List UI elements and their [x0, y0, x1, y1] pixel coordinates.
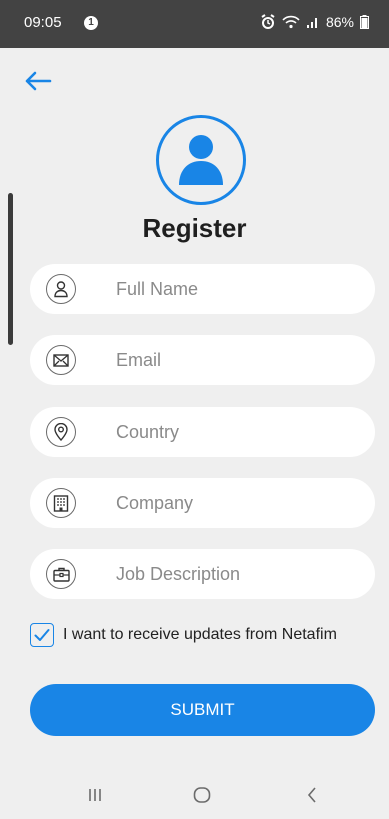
- arrow-left-icon: [25, 71, 52, 91]
- notification-badge: 1: [84, 16, 98, 30]
- chevron-left-icon: [307, 787, 316, 803]
- home-button[interactable]: [188, 782, 216, 808]
- battery-icon: [360, 15, 369, 29]
- job-description-input[interactable]: [116, 549, 356, 599]
- recent-apps-button[interactable]: [81, 782, 109, 808]
- email-input[interactable]: [116, 335, 356, 385]
- company-field[interactable]: [30, 478, 375, 528]
- battery-percent: 86%: [325, 14, 354, 30]
- envelope-icon: [46, 345, 76, 375]
- page-title: Register: [142, 213, 247, 243]
- country-field[interactable]: [30, 407, 375, 457]
- email-field[interactable]: [30, 335, 375, 385]
- wifi-icon: [282, 15, 300, 29]
- nav-back-button[interactable]: [298, 782, 326, 808]
- full-name-field[interactable]: [30, 264, 375, 314]
- location-pin-icon: [46, 417, 76, 447]
- alarm-icon: [261, 14, 275, 29]
- briefcase-icon: [46, 559, 76, 589]
- updates-checkbox-label: I want to receive updates from Netafim: [63, 626, 337, 643]
- submit-button[interactable]: SUBMIT: [30, 684, 375, 736]
- home-icon: [193, 787, 211, 803]
- company-input[interactable]: [116, 478, 356, 528]
- user-avatar-icon: [179, 135, 223, 185]
- status-bar: 09:05 1 86%: [0, 0, 389, 48]
- updates-opt-in[interactable]: I want to receive updates from Netafim: [30, 620, 337, 650]
- updates-checkbox[interactable]: [30, 623, 54, 647]
- full-name-input[interactable]: [116, 264, 356, 314]
- job-description-field[interactable]: [30, 549, 375, 599]
- recent-apps-icon: [89, 789, 101, 801]
- country-input[interactable]: [116, 407, 356, 457]
- back-button[interactable]: [22, 68, 54, 94]
- status-time: 09:05: [24, 14, 62, 31]
- signal-icon: [306, 18, 317, 28]
- checkmark-icon: [34, 629, 50, 641]
- avatar: [156, 115, 246, 205]
- status-indicators: 86%: [260, 14, 369, 30]
- system-nav-bar: [0, 770, 389, 819]
- building-icon: [46, 488, 76, 518]
- person-icon: [46, 274, 76, 304]
